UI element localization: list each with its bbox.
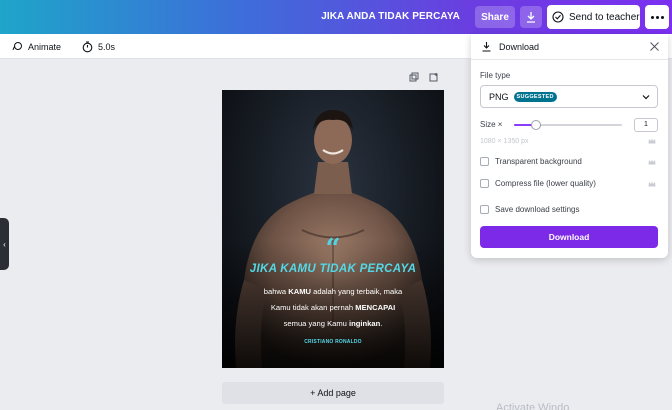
quote-mark: “	[325, 234, 341, 264]
document-title[interactable]: JIKA ANDA TIDAK PERCAYA	[321, 0, 460, 34]
top-bar: JIKA ANDA TIDAK PERCAYA Share Send to te…	[0, 0, 672, 34]
size-input[interactable]: 1	[634, 118, 658, 132]
close-icon[interactable]	[649, 41, 660, 52]
file-type-label: File type	[480, 71, 511, 80]
chevron-down-icon	[642, 95, 650, 100]
download-panel: Download File type PNG SUGGESTED Size × …	[471, 34, 668, 258]
timer-icon	[82, 40, 93, 52]
download-panel-title: Download	[499, 41, 540, 52]
download-button-top[interactable]	[520, 6, 542, 28]
save-download-settings-option[interactable]: Save download settings	[480, 205, 580, 214]
crown-icon	[648, 159, 656, 165]
checkbox[interactable]	[480, 157, 489, 166]
option-label: Save download settings	[495, 205, 580, 214]
crown-icon	[648, 138, 656, 144]
check-circle-icon	[552, 11, 564, 23]
file-type-select[interactable]: PNG SUGGESTED	[480, 85, 658, 108]
checkbox[interactable]	[480, 179, 489, 188]
duplicate-page-icon[interactable]	[409, 72, 419, 82]
dot-icon	[650, 15, 654, 19]
dimensions-text: 1080 × 1350 px	[480, 138, 529, 145]
duration-label: 5.0s	[98, 41, 116, 52]
crown-icon	[648, 181, 656, 187]
quote-line: semua yang Kamu inginkan.	[283, 319, 383, 328]
suggested-badge: SUGGESTED	[513, 91, 557, 102]
quote-author: CRISTIANO RONALDO	[304, 339, 362, 345]
page-actions	[409, 72, 439, 82]
duration-button[interactable]: 5.0s	[82, 34, 115, 59]
add-page-icon[interactable]	[429, 72, 439, 82]
quote-body: bahwa KAMU adalah yang terbaik, maka Kam…	[222, 284, 444, 332]
checkbox[interactable]	[480, 205, 489, 214]
animate-icon	[12, 42, 22, 51]
option-label: Transparent background	[495, 157, 582, 166]
share-button[interactable]: Share	[475, 6, 515, 28]
animate-button[interactable]: Animate	[12, 34, 61, 59]
compress-file-option[interactable]: Compress file (lower quality)	[480, 179, 596, 188]
dot-icon	[660, 15, 664, 19]
download-icon	[527, 12, 535, 23]
transparent-background-option[interactable]: Transparent background	[480, 157, 582, 166]
dot-icon	[655, 15, 659, 19]
size-control: Size × 1	[480, 118, 658, 132]
send-to-teacher-label: Send to teacher	[569, 11, 640, 23]
quote-line: Kamu tidak akan pernah MENCAPAI	[270, 303, 396, 312]
quote-title: JIKA KAMU TIDAK PERCAYA	[249, 263, 417, 275]
design-page[interactable]: “ JIKA KAMU TIDAK PERCAYA bahwa KAMU ada…	[222, 90, 444, 368]
add-page-button[interactable]: + Add page	[222, 382, 444, 404]
option-label: Compress file (lower quality)	[495, 179, 596, 188]
size-slider-thumb[interactable]	[530, 120, 541, 130]
windows-activation-watermark: Activate Windo	[496, 402, 570, 410]
download-button[interactable]: Download	[480, 226, 658, 248]
quote-line: bahwa KAMU adalah yang terbaik, maka	[263, 287, 403, 296]
animate-label: Animate	[28, 41, 62, 52]
send-to-teacher-button[interactable]: Send to teacher	[547, 5, 640, 29]
size-label: Size ×	[480, 120, 503, 129]
side-panel-toggle[interactable]: ‹	[0, 218, 9, 270]
download-icon	[482, 42, 491, 52]
file-type-value: PNG	[489, 91, 509, 102]
download-panel-header: Download	[471, 34, 668, 60]
chevron-left-icon: ‹	[3, 239, 6, 249]
more-options-button[interactable]	[645, 5, 669, 29]
